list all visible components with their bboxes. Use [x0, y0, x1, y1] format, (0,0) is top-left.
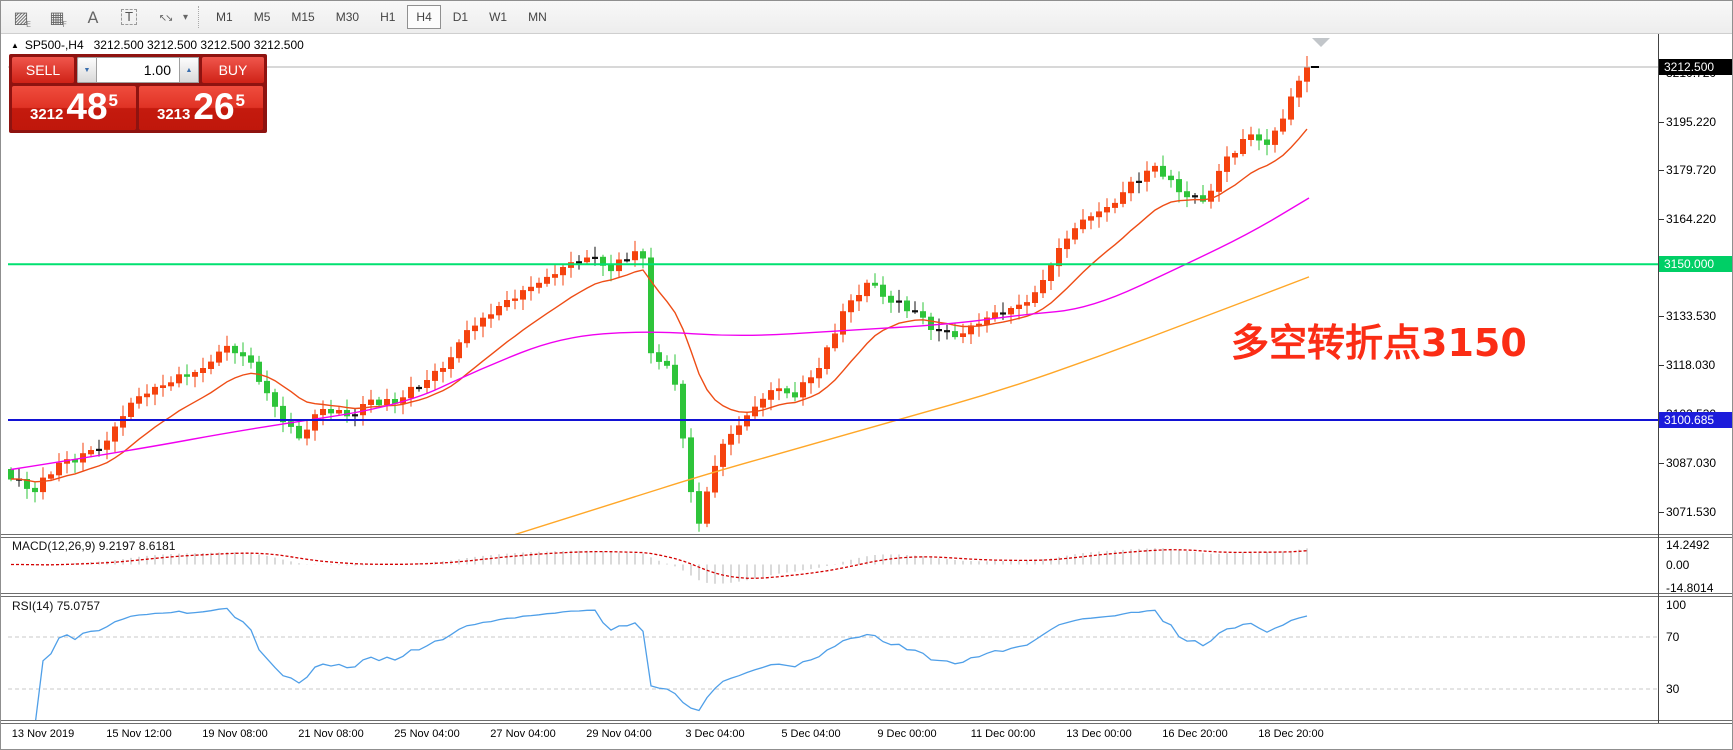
panel-separator[interactable]	[1, 720, 1733, 721]
timeframe-button-mn[interactable]: MN	[519, 5, 556, 29]
buy-button[interactable]: BUY	[202, 57, 264, 83]
timeframe-button-m15[interactable]: M15	[282, 5, 323, 29]
price-tick-label: 3087.030	[1666, 456, 1716, 470]
rsi-indicator-panel[interactable]	[8, 596, 1659, 721]
macd-axis-label: 14.2492	[1666, 538, 1709, 552]
price-tick-label: 3195.220	[1666, 115, 1716, 129]
text-frame-icon[interactable]: T	[115, 5, 143, 30]
toolbar-separator	[198, 6, 199, 28]
timeframe-toolbar: M1M5M15M30H1H4D1W1MN	[207, 5, 556, 29]
timeframe-button-h4[interactable]: H4	[407, 5, 440, 29]
volume-increase-button[interactable]: ▲	[179, 57, 199, 83]
volume-decrease-button[interactable]: ▼	[77, 57, 97, 83]
timeframe-button-h1[interactable]: H1	[371, 5, 404, 29]
time-axis-label: 3 Dec 04:00	[685, 728, 744, 740]
timeframe-button-w1[interactable]: W1	[480, 5, 516, 29]
tool-dropdown-caret-icon[interactable]: ▾	[183, 12, 188, 23]
time-axis-label: 27 Nov 04:00	[490, 728, 555, 740]
rsi-value: 75.0757	[57, 599, 100, 613]
sell-price-pips: 48	[66, 87, 107, 127]
time-axis-label: 13 Dec 00:00	[1066, 728, 1131, 740]
buy-price-handle: 3213	[157, 106, 190, 123]
level-price-badge: 3100.685	[1659, 412, 1733, 428]
price-tick-label: 3164.220	[1666, 212, 1716, 226]
panel-separator[interactable]	[1, 723, 1733, 724]
sell-price-fraction: 5	[109, 91, 118, 111]
timeframe-button-d1[interactable]: D1	[444, 5, 477, 29]
time-axis-label: 5 Dec 04:00	[781, 728, 840, 740]
time-axis-label: 15 Nov 12:00	[106, 728, 171, 740]
one-click-trading-panel: SELL ▼ ▲ BUY 3212 48 5 3213 26 5	[9, 54, 267, 133]
indicator-draw-icon[interactable]: ▨E	[7, 5, 35, 30]
price-tick-label: 3118.030	[1666, 358, 1715, 372]
drawing-tools-group: ▨E ▦F AT ↖↘ ▾	[7, 5, 188, 30]
toolbar: ▨E ▦F AT ↖↘ ▾ M1M5M15M30H1H4D1W1MN	[1, 1, 1732, 34]
text-label-icon[interactable]: A	[79, 5, 107, 30]
sell-button[interactable]: SELL	[12, 57, 74, 83]
time-axis-label: 18 Dec 20:00	[1258, 728, 1323, 740]
timeframe-button-m5[interactable]: M5	[245, 5, 280, 29]
macd-main-value: 9.2197	[99, 539, 136, 553]
time-axis-label: 29 Nov 04:00	[586, 728, 651, 740]
symbol-timeframe-label: SP500-,H4	[25, 38, 84, 52]
sell-price-handle: 3212	[30, 106, 63, 123]
time-axis-label: 13 Nov 2019	[12, 728, 74, 740]
panel-separator[interactable]	[1, 596, 1733, 597]
volume-input[interactable]	[97, 57, 179, 83]
sell-price-display[interactable]: 3212 48 5	[12, 86, 136, 130]
price-tick-label: 3071.530	[1666, 505, 1716, 519]
price-tick-label: 3133.530	[1666, 309, 1716, 323]
panel-separator[interactable]	[1, 593, 1733, 594]
chart-window: ▲ SP500-,H4 3212.500 3212.500 3212.500 321…	[1, 34, 1733, 750]
buy-price-pips: 26	[193, 87, 234, 127]
panel-separator[interactable]	[1, 534, 1733, 535]
ohlc-values: 3212.500 3212.500 3212.500 3212.500	[94, 38, 304, 52]
macd-indicator-panel[interactable]	[8, 537, 1659, 593]
arrows-tool-icon[interactable]: ↖↘	[151, 5, 179, 30]
current-price-badge: 3212.500	[1659, 59, 1733, 75]
time-axis-label: 16 Dec 20:00	[1162, 728, 1227, 740]
chart-title: ▲ SP500-,H4 3212.500 3212.500 3212.500 321…	[11, 38, 304, 52]
chart-annotation: 多空转折点3150	[1231, 312, 1527, 367]
time-axis-label: 9 Dec 00:00	[877, 728, 936, 740]
level-price-badge: 3150.000	[1659, 256, 1733, 272]
macd-signal-value: 8.6181	[139, 539, 176, 553]
buy-price-display[interactable]: 3213 26 5	[139, 86, 263, 130]
time-axis-label: 11 Dec 00:00	[971, 728, 1036, 740]
macd-axis-label: 0.00	[1666, 558, 1689, 572]
collapse-triangle-icon[interactable]: ▲	[11, 41, 19, 50]
buy-price-fraction: 5	[236, 91, 245, 111]
panel-separator[interactable]	[1, 537, 1733, 538]
chart-shift-marker-icon[interactable]	[1312, 38, 1330, 47]
price-axis-line	[1658, 34, 1659, 723]
mt4-terminal-window: ▨E ▦F AT ↖↘ ▾ M1M5M15M30H1H4D1W1MN ▲ SP500-,H…	[0, 0, 1733, 750]
rsi-axis-label: 70	[1666, 630, 1679, 644]
volume-control: ▼ ▲	[77, 57, 199, 83]
time-axis-label: 21 Nov 08:00	[298, 728, 363, 740]
grid-pattern-icon[interactable]: ▦F	[43, 5, 71, 30]
rsi-axis-label: 100	[1666, 598, 1686, 612]
rsi-label: RSI(14) 75.0757	[12, 599, 100, 613]
price-tick-label: 3179.720	[1666, 163, 1716, 177]
rsi-axis-label: 30	[1666, 682, 1679, 696]
timeframe-button-m30[interactable]: M30	[327, 5, 368, 29]
time-axis-label: 19 Nov 08:00	[202, 728, 267, 740]
time-axis-label: 25 Nov 04:00	[394, 728, 459, 740]
macd-label: MACD(12,26,9) 9.2197 8.6181	[12, 539, 175, 553]
timeframe-button-m1[interactable]: M1	[207, 5, 242, 29]
